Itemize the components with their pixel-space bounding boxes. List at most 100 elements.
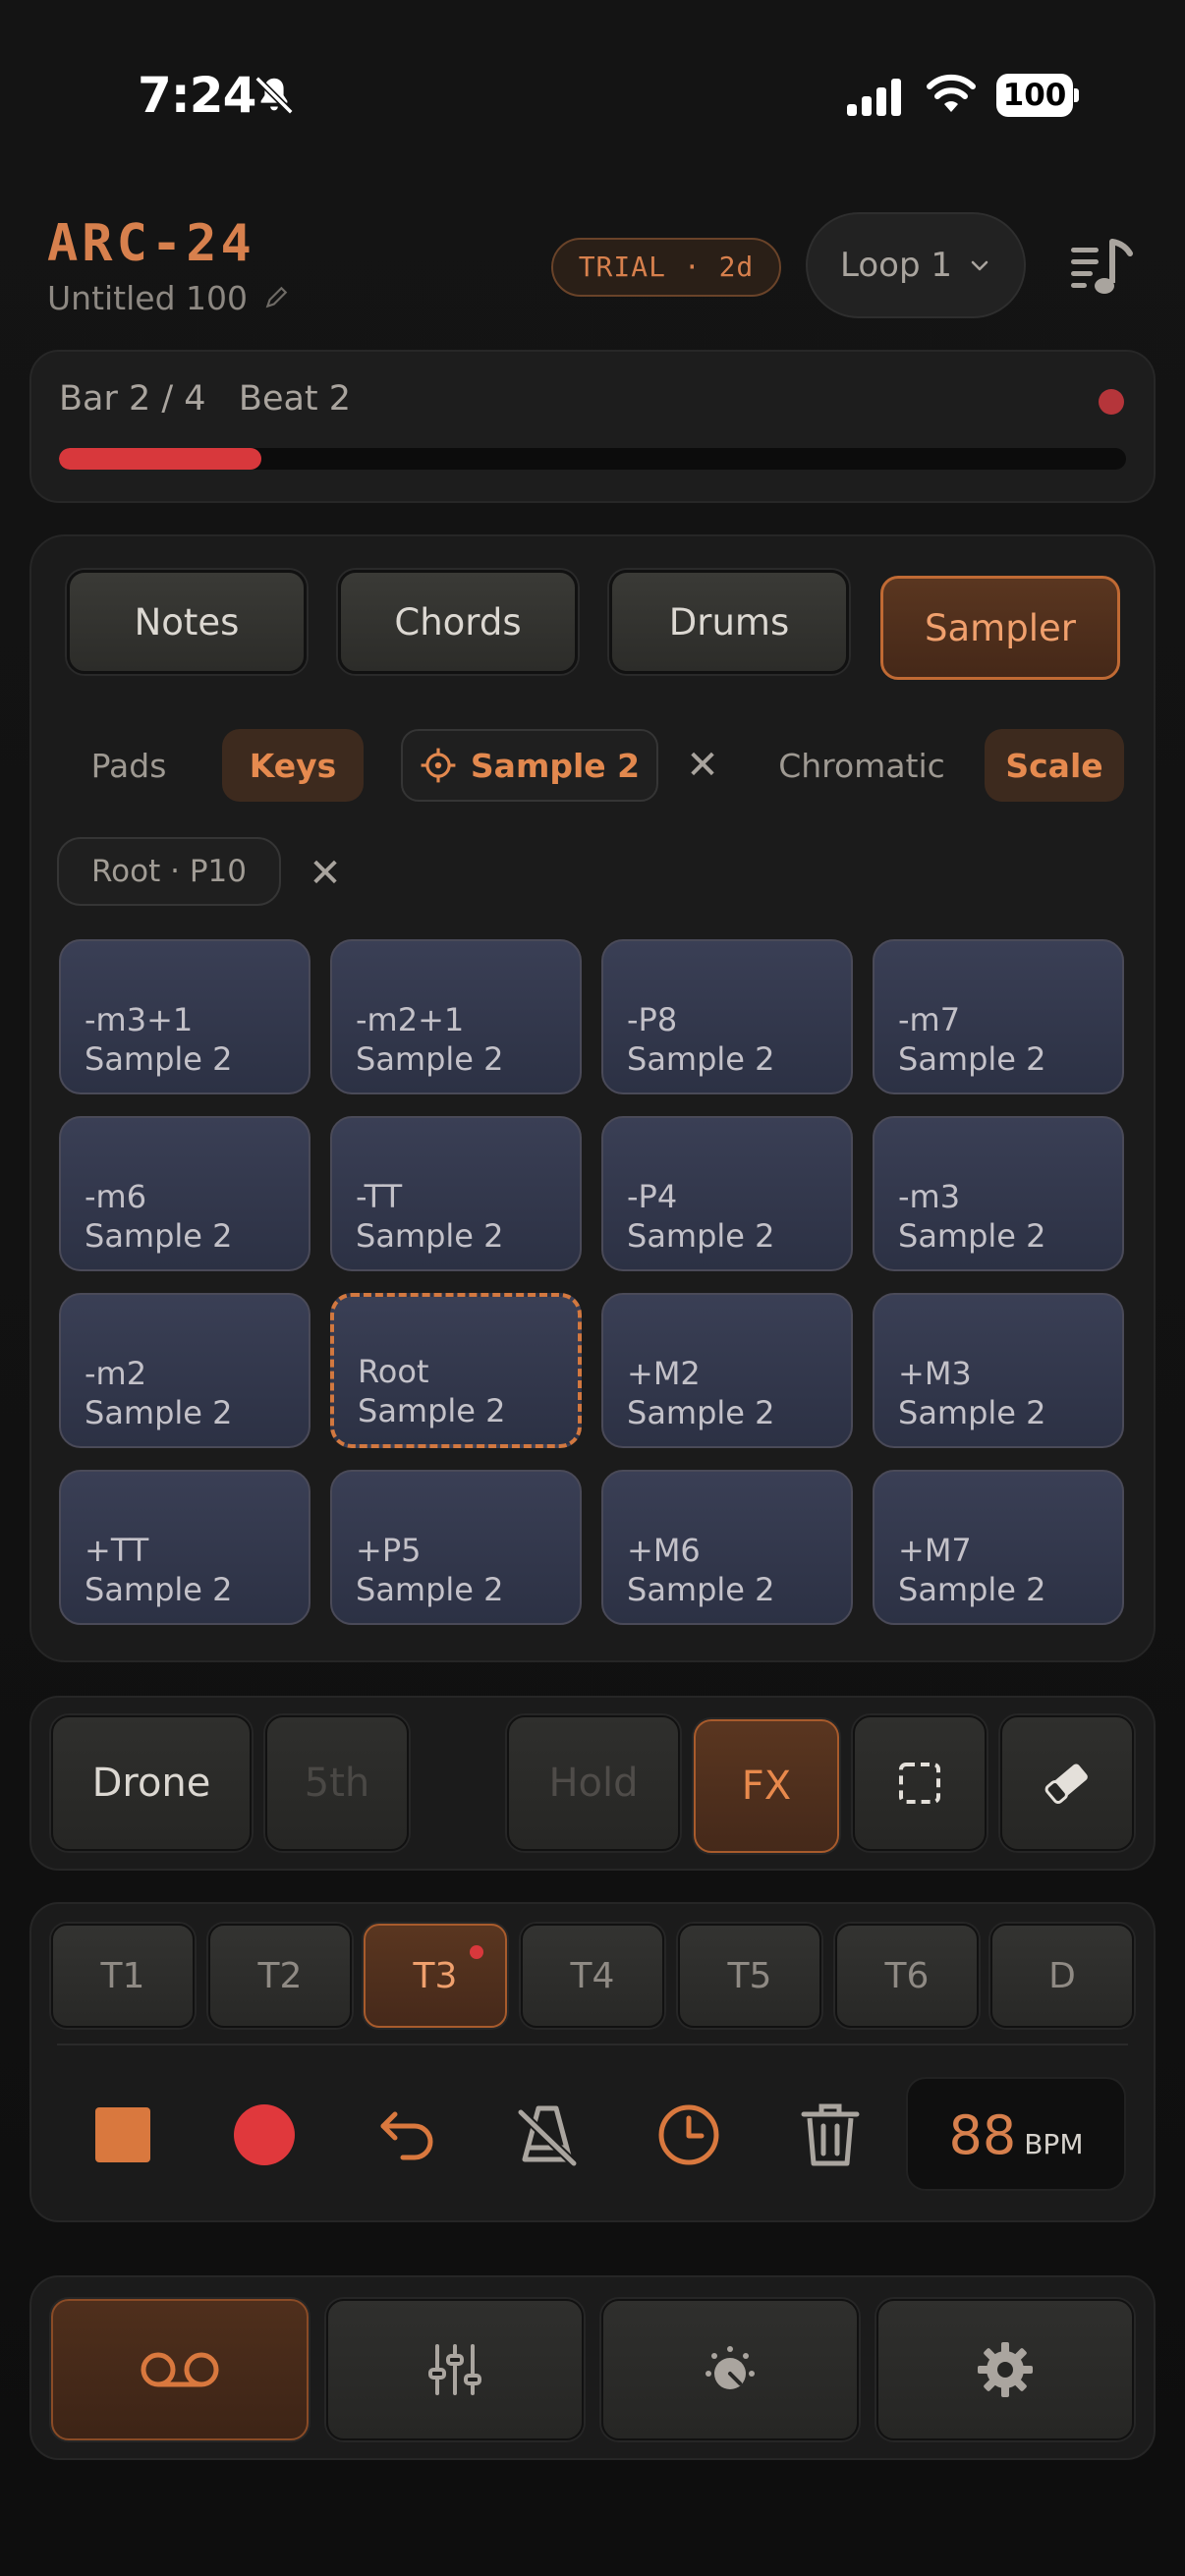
pad[interactable]: -m2+1 Sample 2 xyxy=(330,939,582,1094)
clear-sample-button[interactable]: ✕ xyxy=(678,741,727,790)
select-button[interactable] xyxy=(853,1715,987,1851)
chromatic-toggle[interactable]: Chromatic xyxy=(762,729,961,802)
fifth-button[interactable]: 5th xyxy=(265,1715,409,1851)
pad-interval: +M3 xyxy=(898,1355,972,1392)
track-tab-t2[interactable]: T2 xyxy=(208,1924,352,2028)
chevron-down-icon xyxy=(971,260,988,271)
sample-selector[interactable]: Sample 2 xyxy=(401,729,658,802)
pad[interactable]: -P8 Sample 2 xyxy=(601,939,853,1094)
pad-interval: -m7 xyxy=(898,1001,961,1038)
crosshair-icon xyxy=(421,748,456,783)
clear-root-button[interactable]: ✕ xyxy=(301,849,350,898)
battery-icon: 100 xyxy=(996,74,1079,117)
hold-button[interactable]: Hold xyxy=(507,1715,680,1851)
loop-progress-fill xyxy=(59,448,262,470)
bpm-display[interactable]: 88 BPM xyxy=(906,2077,1126,2191)
drone-button[interactable]: Drone xyxy=(51,1715,252,1851)
pad-sample: Sample 2 xyxy=(85,1217,233,1255)
pad-sample: Sample 2 xyxy=(356,1571,504,1608)
tab-sampler[interactable]: Sampler xyxy=(880,576,1120,680)
stop-icon[interactable] xyxy=(88,2100,157,2169)
pad-sample: Sample 2 xyxy=(898,1217,1046,1255)
pad[interactable]: -TT Sample 2 xyxy=(330,1116,582,1271)
track-recording-dot xyxy=(470,1945,483,1959)
loop-progress-bar xyxy=(59,448,1126,470)
bpm-unit: BPM xyxy=(1024,2128,1084,2160)
keys-toggle[interactable]: Keys xyxy=(222,729,364,802)
pad[interactable]: +M7 Sample 2 xyxy=(873,1470,1124,1625)
nav-effects[interactable] xyxy=(601,2299,859,2440)
voicemail-icon xyxy=(141,2352,219,2387)
eraser-button[interactable] xyxy=(1000,1715,1134,1851)
pad[interactable]: +TT Sample 2 xyxy=(59,1470,310,1625)
pad[interactable]: +P5 Sample 2 xyxy=(330,1470,582,1625)
nav-mixer[interactable] xyxy=(326,2299,584,2440)
wifi-icon xyxy=(927,74,976,112)
clock-icon[interactable] xyxy=(654,2100,723,2169)
pad[interactable]: +M6 Sample 2 xyxy=(601,1470,853,1625)
sample-selector-label: Sample 2 xyxy=(470,746,641,785)
pad-interval: -P4 xyxy=(627,1178,678,1215)
pad[interactable]: -m3+1 Sample 2 xyxy=(59,939,310,1094)
nav-settings[interactable] xyxy=(876,2299,1134,2440)
tab-chords[interactable]: Chords xyxy=(338,570,578,674)
scale-toggle[interactable]: Scale xyxy=(985,729,1124,802)
track-tab-t3[interactable]: T3 xyxy=(364,1924,507,2028)
pad[interactable]: -m3 Sample 2 xyxy=(873,1116,1124,1271)
tab-notes[interactable]: Notes xyxy=(67,570,307,674)
track-tab-t4[interactable]: T4 xyxy=(521,1924,664,2028)
playlist-music-icon[interactable] xyxy=(1069,232,1138,301)
pad-sample: Sample 2 xyxy=(627,1394,775,1431)
pad[interactable]: -m7 Sample 2 xyxy=(873,939,1124,1094)
pads-toggle[interactable]: Pads xyxy=(63,729,195,802)
record-indicator xyxy=(1099,389,1124,415)
gear-icon xyxy=(978,2342,1033,2397)
app-title: ARC-24 xyxy=(47,214,255,273)
pad-interval: -m2+1 xyxy=(356,1001,465,1038)
pad-sample: Sample 2 xyxy=(356,1040,504,1078)
eraser-icon xyxy=(1044,1764,1088,1805)
pad-interval: -m3+1 xyxy=(85,1001,194,1038)
transport-position-panel xyxy=(29,350,1156,503)
pad-sample: Sample 2 xyxy=(627,1571,775,1608)
pad[interactable]: +M3 Sample 2 xyxy=(873,1293,1124,1448)
pad-sample: Sample 2 xyxy=(898,1394,1046,1431)
pad-interval: +TT xyxy=(85,1532,149,1569)
loop-selector[interactable]: Loop 1 xyxy=(806,212,1026,318)
status-time: 7:24 xyxy=(138,67,256,124)
track-tab-t6[interactable]: T6 xyxy=(835,1924,979,2028)
pad-interval: Root xyxy=(358,1353,429,1390)
nav-recorder[interactable] xyxy=(51,2299,309,2440)
pad[interactable]: -m6 Sample 2 xyxy=(59,1116,310,1271)
undo-icon[interactable] xyxy=(373,2100,442,2169)
pad[interactable]: -m2 Sample 2 xyxy=(59,1293,310,1448)
pad[interactable]: -P4 Sample 2 xyxy=(601,1116,853,1271)
knob-icon xyxy=(705,2346,755,2389)
fx-button[interactable]: FX xyxy=(694,1719,839,1853)
pad-sample: Sample 2 xyxy=(85,1571,233,1608)
track-tab-t5[interactable]: T5 xyxy=(678,1924,821,2028)
divider xyxy=(57,2044,1128,2045)
project-name[interactable]: Untitled 100 xyxy=(47,279,248,317)
track-tab-drums[interactable]: D xyxy=(990,1924,1134,2028)
tab-drums[interactable]: Drums xyxy=(609,570,849,674)
pad-interval: -m3 xyxy=(898,1178,961,1215)
cell-signal-icon xyxy=(847,79,901,116)
pencil-icon[interactable] xyxy=(263,285,289,310)
trash-icon[interactable] xyxy=(796,2100,865,2169)
track-tab-t1[interactable]: T1 xyxy=(51,1924,195,2028)
pad-sample: Sample 2 xyxy=(898,1040,1046,1078)
pad-sample: Sample 2 xyxy=(898,1571,1046,1608)
root-chip[interactable]: Root · P10 xyxy=(57,837,281,906)
metronome-off-icon[interactable] xyxy=(513,2100,582,2169)
record-icon[interactable] xyxy=(230,2100,299,2169)
pad-sample: Sample 2 xyxy=(85,1040,233,1078)
bpm-value: 88 xyxy=(948,2104,1017,2166)
pad-interval: -P8 xyxy=(627,1001,678,1038)
root-pad[interactable]: Root Sample 2 xyxy=(330,1293,582,1448)
trial-badge[interactable]: TRIAL · 2d xyxy=(551,238,781,297)
pad-sample: Sample 2 xyxy=(356,1217,504,1255)
battery-level: 100 xyxy=(996,74,1073,117)
pad[interactable]: +M2 Sample 2 xyxy=(601,1293,853,1448)
pad-sample: Sample 2 xyxy=(358,1392,506,1429)
